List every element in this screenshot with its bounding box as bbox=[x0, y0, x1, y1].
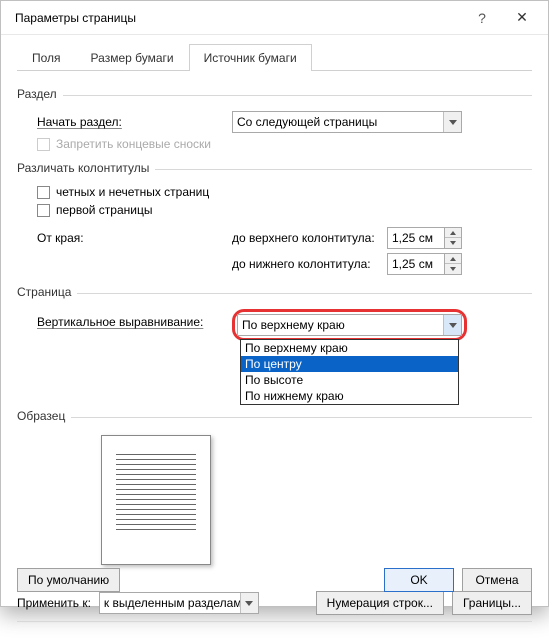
tab-paper-source[interactable]: Источник бумаги bbox=[189, 44, 312, 71]
apply-select[interactable]: к выделенным разделам bbox=[99, 592, 259, 614]
first-page-checkbox[interactable] bbox=[37, 204, 50, 217]
valign-select[interactable]: По верхнему краю По верхнему краю По цен… bbox=[237, 314, 462, 336]
default-button[interactable]: По умолчанию bbox=[17, 568, 120, 592]
suppress-endnotes-label: Запретить концевые сноски bbox=[56, 137, 211, 151]
odd-even-label: четных и нечетных страниц bbox=[56, 185, 209, 199]
dialog-footer: По умолчанию OK Отмена bbox=[17, 568, 532, 592]
footer-spinner[interactable]: 1,25 см bbox=[387, 253, 462, 275]
cancel-button[interactable]: Отмена bbox=[462, 568, 532, 592]
suppress-endnotes-checkbox bbox=[37, 138, 50, 151]
chevron-down-icon bbox=[240, 593, 258, 613]
section-razdel: Раздел Начать раздел: Со следующей стран… bbox=[17, 81, 532, 151]
first-page-label: первой страницы bbox=[56, 203, 152, 217]
valign-dropdown: По верхнему краю По центру По высоте По … bbox=[240, 339, 459, 405]
valign-option-center[interactable]: По центру bbox=[241, 356, 458, 372]
section-sample: Образец bbox=[17, 403, 532, 565]
close-icon: ✕ bbox=[516, 9, 528, 26]
spin-down-icon[interactable] bbox=[445, 264, 461, 274]
dialog-title: Параметры страницы bbox=[15, 11, 462, 25]
dialog-content: Поля Размер бумаги Источник бумаги Разде… bbox=[1, 35, 548, 640]
line-numbers-button[interactable]: Нумерация строк... bbox=[316, 591, 444, 615]
chevron-down-icon bbox=[443, 112, 461, 132]
help-icon: ? bbox=[478, 10, 486, 26]
header-spinner[interactable]: 1,25 см bbox=[387, 227, 462, 249]
header-value[interactable]: 1,25 см bbox=[387, 227, 445, 249]
to-footer-label: до нижнего колонтитула: bbox=[232, 257, 387, 271]
valign-label: Вертикальное выравнивание: bbox=[37, 309, 232, 329]
spin-down-icon[interactable] bbox=[445, 238, 461, 248]
apply-label: Применить к: bbox=[17, 596, 91, 610]
valign-value: По верхнему краю bbox=[242, 318, 345, 332]
start-section-select[interactable]: Со следующей страницы bbox=[232, 111, 462, 133]
start-section-label: Начать раздел: bbox=[37, 115, 232, 129]
help-button[interactable]: ? bbox=[462, 4, 502, 32]
close-button[interactable]: ✕ bbox=[502, 4, 542, 32]
spin-up-icon[interactable] bbox=[445, 228, 461, 238]
borders-button[interactable]: Границы... bbox=[452, 591, 532, 615]
highlight-annotation: По верхнему краю По верхнему краю По цен… bbox=[232, 309, 467, 341]
tab-margins[interactable]: Поля bbox=[17, 44, 76, 71]
valign-option-justify[interactable]: По высоте bbox=[241, 372, 458, 388]
section-page: Страница Вертикальное выравнивание: По в… bbox=[17, 279, 532, 341]
chevron-down-icon bbox=[443, 315, 461, 335]
section-label-page: Страница bbox=[17, 285, 71, 299]
section-label-razdel: Раздел bbox=[17, 87, 57, 101]
tab-paper-size[interactable]: Размер бумаги bbox=[76, 44, 189, 71]
ok-button[interactable]: OK bbox=[384, 568, 454, 592]
page-preview bbox=[101, 435, 211, 565]
titlebar: Параметры страницы ? ✕ bbox=[1, 1, 548, 35]
footer-value[interactable]: 1,25 см bbox=[387, 253, 445, 275]
to-header-label: до верхнего колонтитула: bbox=[232, 231, 387, 245]
start-section-value: Со следующей страницы bbox=[237, 115, 377, 129]
spin-up-icon[interactable] bbox=[445, 254, 461, 264]
valign-option-bottom[interactable]: По нижнему краю bbox=[241, 388, 458, 404]
valign-option-top[interactable]: По верхнему краю bbox=[241, 340, 458, 356]
odd-even-checkbox[interactable] bbox=[37, 186, 50, 199]
section-headers: Различать колонтитулы четных и нечетных … bbox=[17, 155, 532, 275]
section-label-sample: Образец bbox=[17, 409, 65, 423]
apply-value: к выделенным разделам bbox=[104, 596, 242, 610]
tabs: Поля Размер бумаги Источник бумаги bbox=[17, 43, 532, 71]
section-label-headers: Различать колонтитулы bbox=[17, 161, 149, 175]
divider bbox=[17, 621, 532, 622]
from-edge-label: От края: bbox=[37, 231, 232, 245]
page-setup-dialog: Параметры страницы ? ✕ Поля Размер бумаг… bbox=[0, 0, 549, 607]
